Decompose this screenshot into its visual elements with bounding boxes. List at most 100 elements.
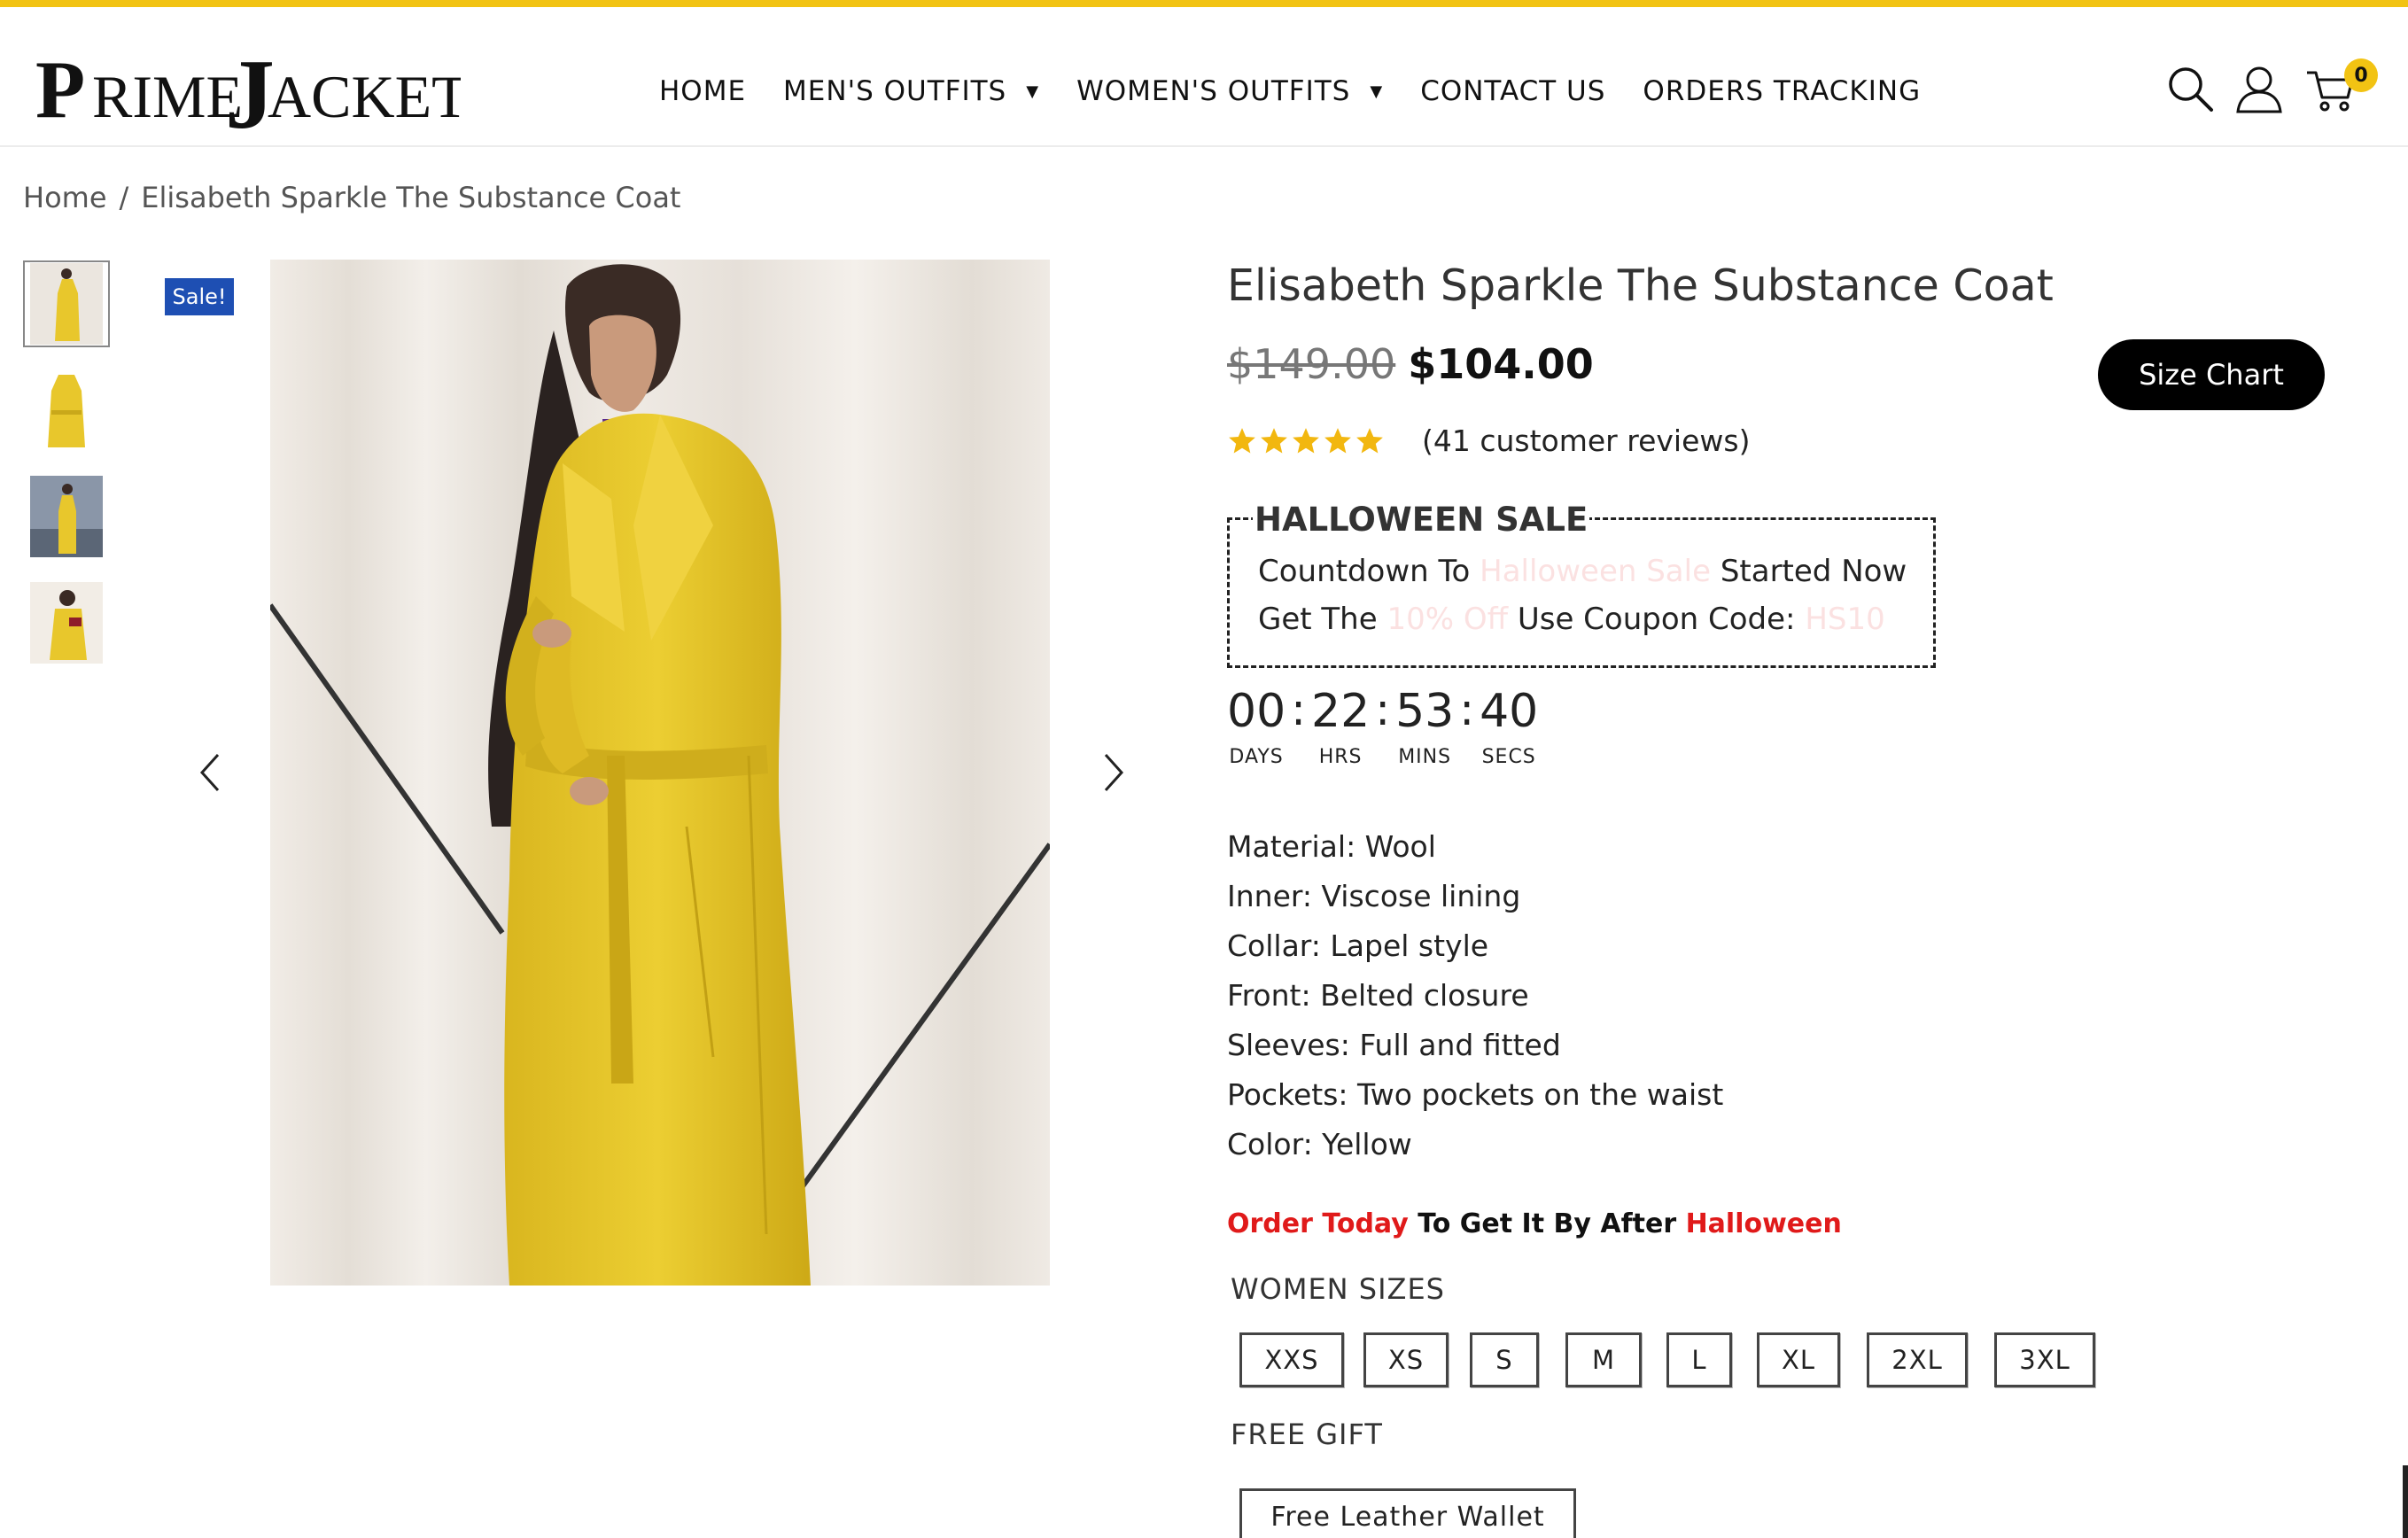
size-options: XXS XS S M L XL 2XL 3XL <box>1239 1332 2095 1387</box>
star-icon <box>1324 427 1351 453</box>
feature-list: Material: Wool Inner: Viscose lining Col… <box>1227 822 1723 1169</box>
thumbnail-1[interactable] <box>23 260 110 347</box>
countdown-mins: 53 MINS <box>1395 684 1454 768</box>
caret-down-icon: ▼ <box>1370 82 1384 101</box>
sizes-heading: WOMEN SIZES <box>1231 1272 1445 1306</box>
product-title: Elisabeth Sparkle The Substance Coat <box>1227 260 2054 311</box>
chevron-left-icon[interactable] <box>193 750 229 796</box>
halloween-sale-box: HALLOWEEN SALE Countdown To Halloween Sa… <box>1227 501 1936 668</box>
caret-down-icon: ▼ <box>1026 82 1040 101</box>
size-option-m[interactable]: M <box>1565 1332 1642 1387</box>
sale-line-coupon: Get The 10% Off Use Coupon Code: HS10 <box>1258 602 1885 637</box>
svg-text:ACKETS: ACKETS <box>268 63 461 130</box>
countdown-hrs: 22 HRS <box>1311 684 1370 768</box>
star-icon <box>1229 427 1255 453</box>
countdown-hrs-label: HRS <box>1318 746 1363 768</box>
brand-logo[interactable]: P RIME J ACKETS <box>35 35 501 150</box>
svg-text:RIME: RIME <box>92 63 243 130</box>
feature-inner: Inner: Viscose lining <box>1227 879 1521 913</box>
size-option-xl[interactable]: XL <box>1757 1332 1840 1387</box>
sale-text: Countdown To <box>1258 554 1471 589</box>
nav-womens-outfits[interactable]: WOMEN'S OUTFITS ▼ <box>1076 75 1383 107</box>
star-icon <box>1261 427 1287 453</box>
size-option-xxs[interactable]: XXS <box>1239 1332 1344 1387</box>
nav-contact-us-label: CONTACT US <box>1420 75 1606 107</box>
nav-orders-tracking-label: ORDERS TRACKING <box>1643 75 1922 107</box>
sale-price: $104.00 <box>1408 340 1594 388</box>
price-row: $149.00 $104.00 <box>1227 340 1594 388</box>
delivery-notice-highlight: Order Today <box>1227 1208 1409 1239</box>
sale-badge: Sale! <box>165 278 234 315</box>
nav-contact-us[interactable]: CONTACT US <box>1420 75 1605 107</box>
product-info: Elisabeth Sparkle The Substance Coat $14… <box>1227 260 2370 1538</box>
feature-sleeves: Sleeves: Full and fitted <box>1227 1028 1561 1062</box>
delivery-notice-text: To Get It By After <box>1408 1208 1686 1239</box>
thumbnail-3[interactable] <box>23 473 110 560</box>
breadcrumb-home[interactable]: Home <box>23 181 107 214</box>
thumbnail-2[interactable] <box>23 367 110 454</box>
sale-highlight-text: 10% Off <box>1387 602 1509 637</box>
nav-home-label: HOME <box>659 75 747 107</box>
rating-row: (41 customer reviews) <box>1227 423 1750 458</box>
gift-option-wallet[interactable]: Free Leather Wallet <box>1239 1488 1576 1538</box>
search-icon[interactable] <box>2163 62 2217 115</box>
thumbnail-4[interactable] <box>23 579 110 666</box>
user-icon[interactable] <box>2233 62 2286 115</box>
size-option-l[interactable]: L <box>1666 1332 1732 1387</box>
feature-front: Front: Belted closure <box>1227 978 1529 1013</box>
main-nav: HOME MEN'S OUTFITS ▼ WOMEN'S OUTFITS ▼ CON… <box>659 58 1958 124</box>
nav-orders-tracking[interactable]: ORDERS TRACKING <box>1643 75 1921 107</box>
size-option-s[interactable]: S <box>1470 1332 1539 1387</box>
top-accent-bar <box>0 0 2408 7</box>
star-icon <box>1293 427 1319 453</box>
breadcrumb-current: Elisabeth Sparkle The Substance Coat <box>141 181 681 214</box>
sale-text: Started Now <box>1720 554 1907 589</box>
svg-text:P: P <box>35 44 85 135</box>
nav-womens-outfits-label: WOMEN'S OUTFITS <box>1076 75 1351 107</box>
size-chart-button[interactable]: Size Chart <box>2098 339 2325 410</box>
countdown-secs-label: SECS <box>1481 746 1536 768</box>
product-main-image[interactable] <box>270 260 1050 1286</box>
breadcrumb-separator: / <box>119 181 129 214</box>
brand-logo-mark: P RIME J ACKETS <box>35 40 501 150</box>
sale-text: Get The <box>1258 602 1378 637</box>
countdown-separator: : <box>1375 684 1391 735</box>
sale-line-countdown: Countdown To Halloween Sale Started Now <box>1258 554 1907 589</box>
countdown-separator: : <box>1291 684 1307 735</box>
countdown-secs: 40 SECS <box>1480 684 1538 768</box>
reviews-link[interactable]: (41 customer reviews) <box>1422 423 1750 458</box>
feature-pockets: Pockets: Two pockets on the waist <box>1227 1077 1724 1112</box>
coupon-code: HS10 <box>1805 602 1885 637</box>
site-header: P RIME J ACKETS HOME MEN'S OUTFITS ▼ WOME… <box>0 7 2408 150</box>
star-icon <box>1356 427 1383 453</box>
original-price: $149.00 <box>1227 340 1396 388</box>
thumbnail-image <box>30 263 103 345</box>
thumbnail-image <box>30 369 103 451</box>
countdown-days: 00 DAYS <box>1227 684 1286 768</box>
nav-mens-outfits-label: MEN'S OUTFITS <box>783 75 1007 107</box>
gift-heading: FREE GIFT <box>1231 1418 1383 1451</box>
countdown-secs-value: 40 <box>1480 685 1539 738</box>
countdown-hrs-value: 22 <box>1311 685 1371 738</box>
countdown-days-label: DAYS <box>1229 746 1284 768</box>
feature-collar: Collar: Lapel style <box>1227 928 1489 963</box>
thumbnail-image <box>30 476 103 557</box>
countdown-separator: : <box>1459 684 1475 735</box>
delivery-notice: Order Today To Get It By After Halloween <box>1227 1208 1842 1239</box>
scrollbar-thumb[interactable] <box>2403 1465 2408 1538</box>
chevron-right-icon[interactable] <box>1095 750 1130 796</box>
product-photo <box>270 260 1050 1286</box>
thumbnail-list <box>23 260 110 686</box>
thumbnail-image <box>30 582 103 664</box>
feature-material: Material: Wool <box>1227 829 1436 864</box>
feature-color: Color: Yellow <box>1227 1127 1412 1161</box>
size-option-2xl[interactable]: 2XL <box>1867 1332 1968 1387</box>
cart-count-badge: 0 <box>2344 58 2378 92</box>
nav-mens-outfits[interactable]: MEN'S OUTFITS ▼ <box>783 75 1039 107</box>
countdown-mins-label: MINS <box>1398 746 1452 768</box>
sale-highlight-text: Halloween Sale <box>1480 554 1712 589</box>
nav-home[interactable]: HOME <box>659 75 746 107</box>
size-option-3xl[interactable]: 3XL <box>1994 1332 2095 1387</box>
countdown-mins-value: 53 <box>1395 685 1455 738</box>
size-option-xs[interactable]: XS <box>1363 1332 1449 1387</box>
